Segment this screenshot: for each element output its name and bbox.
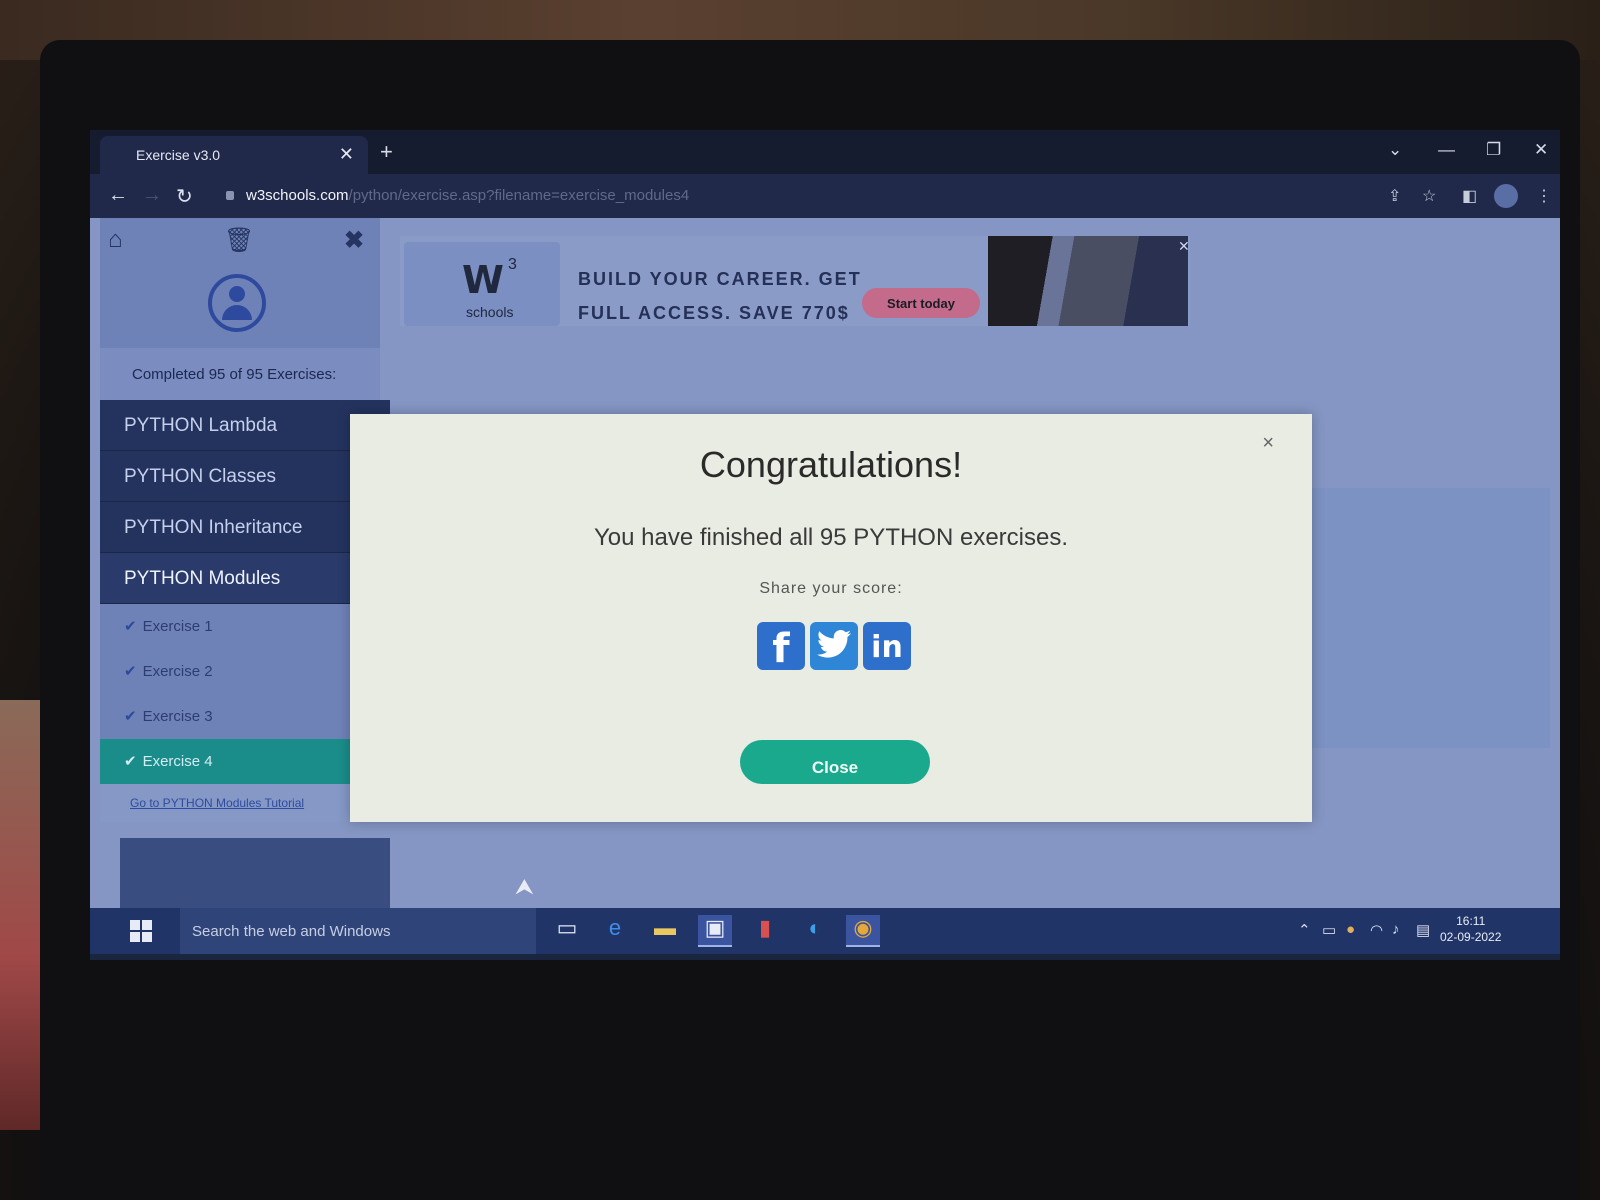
profile-avatar-icon[interactable] bbox=[1494, 184, 1518, 208]
exercise-label: Exercise 1 bbox=[142, 618, 213, 635]
modal-message: You have finished all 95 PYTHON exercise… bbox=[593, 524, 1069, 551]
checkmark-icon: ✔ bbox=[124, 618, 137, 635]
menu-label: PYTHON Inheritance bbox=[124, 517, 303, 538]
edge-browser-icon[interactable]: ◐ bbox=[798, 915, 832, 947]
notification-icon[interactable]: ▤ bbox=[1416, 921, 1430, 939]
tab-search-icon[interactable]: ⌄ bbox=[1388, 140, 1402, 160]
exercise-item-2[interactable]: ✔ Exercise 2 bbox=[100, 649, 390, 694]
tab-title: Exercise v3.0 bbox=[136, 147, 221, 163]
exercise-item-1[interactable]: ✔ Exercise 1 bbox=[100, 604, 390, 649]
taskbar-clock[interactable]: 16:11 02-09-2022 bbox=[1440, 913, 1501, 945]
url-path: /python/exercise.asp?filename=exercise_m… bbox=[348, 187, 690, 204]
restore-icon[interactable]: ❐ bbox=[1486, 140, 1501, 160]
url-host: w3schools.com bbox=[246, 187, 349, 204]
ad-line-1: BUILD YOUR CAREER. GET bbox=[578, 269, 862, 289]
start-today-button[interactable]: Start today bbox=[862, 288, 980, 318]
address-bar: ← → ↻ w3schools.com/python/exercise.asp?… bbox=[90, 174, 1560, 218]
tab-strip: Exercise v3.0 ✕ + ⌄ — ❐ ✕ bbox=[90, 130, 1560, 174]
w3schools-logo: W 3 schools bbox=[404, 242, 560, 326]
close-sidebar-icon[interactable]: ✖ bbox=[344, 226, 364, 255]
menu-item-inheritance[interactable]: PYTHON Inheritance ⌄ bbox=[100, 502, 390, 553]
exercise-label: Exercise 4 bbox=[142, 753, 213, 770]
new-tab-icon[interactable]: + bbox=[380, 139, 393, 165]
reload-icon[interactable]: ↻ bbox=[176, 184, 193, 209]
wifi-icon[interactable]: ◠ bbox=[1370, 921, 1383, 939]
menu-dots-icon[interactable]: ⋮ bbox=[1536, 186, 1552, 206]
checkmark-icon: ✔ bbox=[124, 708, 137, 725]
lock-icon bbox=[226, 191, 234, 200]
close-button[interactable]: Close bbox=[740, 740, 930, 784]
mouse-cursor-icon: ⮝ bbox=[515, 874, 534, 899]
menu-item-lambda[interactable]: PYTHON Lambda ⌄ bbox=[100, 400, 390, 451]
menu-label: PYTHON Classes bbox=[124, 466, 277, 487]
page-content: ⌂ 🗑 ✖ Completed 95 of 95 Exercises: PYTH… bbox=[90, 218, 1560, 908]
clock-time: 16:11 bbox=[1456, 914, 1486, 928]
exercise-item-3[interactable]: ✔ Exercise 3 bbox=[100, 694, 390, 739]
ad-close-icon[interactable]: ✕ bbox=[1178, 238, 1190, 255]
clock-date: 02-09-2022 bbox=[1440, 930, 1502, 944]
windows-start-icon[interactable] bbox=[130, 920, 152, 942]
facebook-icon[interactable]: f bbox=[757, 622, 805, 672]
tab-close-icon[interactable]: ✕ bbox=[339, 144, 354, 165]
share-label: Share your score: bbox=[759, 580, 903, 597]
menu-label: PYTHON Lambda bbox=[124, 415, 278, 436]
ie-browser-icon[interactable]: e bbox=[598, 915, 632, 947]
mail-app-icon[interactable]: ▮ bbox=[748, 915, 782, 947]
window-close-icon[interactable]: ✕ bbox=[1534, 140, 1548, 160]
forward-icon[interactable]: → bbox=[142, 184, 162, 207]
tray-expand-icon[interactable]: ⌃ bbox=[1298, 921, 1311, 939]
browser-tab[interactable]: Exercise v3.0 ✕ bbox=[100, 136, 368, 174]
menu-item-modules[interactable]: PYTHON Modules ⌃ bbox=[100, 553, 390, 604]
store-icon[interactable]: ▣ bbox=[698, 915, 732, 947]
exercise-label: Exercise 2 bbox=[142, 663, 213, 680]
exercise-item-4[interactable]: ✔ Exercise 4 bbox=[100, 739, 390, 784]
home-icon[interactable]: ⌂ bbox=[108, 226, 123, 254]
taskbar-search-input[interactable]: Search the web and Windows bbox=[180, 908, 536, 954]
user-avatar-icon[interactable] bbox=[208, 274, 266, 332]
menu-label: PYTHON Modules bbox=[124, 568, 281, 589]
bookmark-star-icon[interactable]: ☆ bbox=[1422, 186, 1436, 206]
ad-text: BUILD YOUR CAREER. GET FULL ACCESS. SAVE… bbox=[578, 262, 862, 330]
minimize-icon[interactable]: — bbox=[1438, 140, 1455, 160]
checkmark-icon: ✔ bbox=[124, 753, 137, 770]
task-view-icon[interactable]: ▭ bbox=[550, 915, 584, 947]
battery-icon[interactable]: ▭ bbox=[1322, 921, 1336, 939]
chrome-browser-icon[interactable]: ◉ bbox=[846, 915, 880, 947]
file-explorer-icon[interactable]: ▬ bbox=[648, 915, 682, 947]
side-panel-icon[interactable]: ◧ bbox=[1462, 186, 1477, 206]
checkmark-icon: ✔ bbox=[124, 663, 137, 680]
laptop-screen: Exercise v3.0 ✕ + ⌄ — ❐ ✕ ← → ↻ w3school… bbox=[90, 130, 1560, 960]
windows-taskbar: Search the web and Windows ▭ e ▬ ▣ ▮ ◐ ◉… bbox=[90, 908, 1560, 954]
linkedin-icon[interactable]: in bbox=[863, 622, 911, 670]
sidebar-footer bbox=[120, 838, 390, 908]
share-icon[interactable]: ⇪ bbox=[1388, 186, 1401, 206]
twitter-icon[interactable] bbox=[810, 622, 858, 670]
ad-image bbox=[988, 236, 1188, 326]
ad-line-2: FULL ACCESS. SAVE 770$ bbox=[578, 303, 850, 323]
back-icon[interactable]: ← bbox=[108, 184, 128, 207]
completed-count: Completed 95 of 95 Exercises: bbox=[100, 348, 380, 400]
modal-title: Congratulations! bbox=[699, 444, 963, 485]
trash-icon[interactable]: 🗑 bbox=[224, 226, 254, 255]
congratulations-modal: × Congratulations! You have finished all… bbox=[350, 414, 1312, 822]
tutorial-link[interactable]: Go to PYTHON Modules Tutorial bbox=[100, 784, 390, 822]
tray-app-icon[interactable]: ● bbox=[1346, 921, 1355, 938]
exercise-label: Exercise 3 bbox=[142, 708, 213, 725]
url-field[interactable]: w3schools.com/python/exercise.asp?filena… bbox=[246, 187, 689, 204]
ad-banner[interactable]: W 3 schools BUILD YOUR CAREER. GET FULL … bbox=[400, 236, 1190, 326]
exercise-menu: PYTHON Lambda ⌄ PYTHON Classes ⌄ PYTHON … bbox=[100, 400, 390, 822]
volume-icon[interactable]: ♪ bbox=[1392, 921, 1400, 938]
menu-item-classes[interactable]: PYTHON Classes ⌄ bbox=[100, 451, 390, 502]
